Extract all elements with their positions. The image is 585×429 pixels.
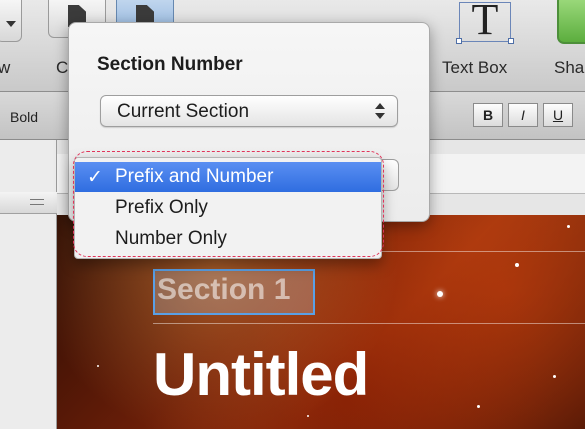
star — [437, 291, 443, 297]
star — [553, 375, 556, 378]
star — [307, 415, 309, 417]
bold-button[interactable]: B — [473, 103, 503, 127]
text-box-button[interactable]: T — [456, 0, 514, 48]
shape-button[interactable] — [557, 0, 585, 44]
italic-button[interactable]: I — [508, 103, 538, 127]
chevron-down-icon — [6, 21, 16, 27]
section-scope-value: Current Section — [117, 101, 250, 122]
text-box-icon: T — [471, 0, 499, 44]
section-title[interactable]: Section 1 — [157, 273, 290, 307]
navigator-header — [0, 192, 57, 214]
view-button-label: w — [0, 58, 11, 77]
resize-handle — [456, 38, 462, 44]
slide-title[interactable]: Untitled — [153, 340, 369, 409]
star — [515, 263, 519, 267]
grip-icon[interactable] — [30, 199, 44, 205]
text-box-label: Text Box — [442, 58, 508, 77]
star — [97, 365, 99, 367]
font-style-label[interactable]: Bold — [10, 109, 38, 125]
star — [477, 405, 480, 408]
popover-title: Section Number — [97, 54, 243, 75]
view-menu-button[interactable] — [0, 0, 22, 42]
slide-navigator — [0, 140, 57, 429]
callout-highlight — [73, 151, 384, 257]
section-scope-select[interactable]: Current Section — [100, 95, 398, 127]
guide-line — [153, 323, 585, 324]
document-button-label: C — [56, 58, 69, 77]
up-down-arrows-icon — [375, 103, 385, 119]
underline-button[interactable]: U — [543, 103, 573, 127]
star — [567, 225, 570, 228]
resize-handle — [508, 38, 514, 44]
shape-label: Sha — [554, 58, 585, 77]
